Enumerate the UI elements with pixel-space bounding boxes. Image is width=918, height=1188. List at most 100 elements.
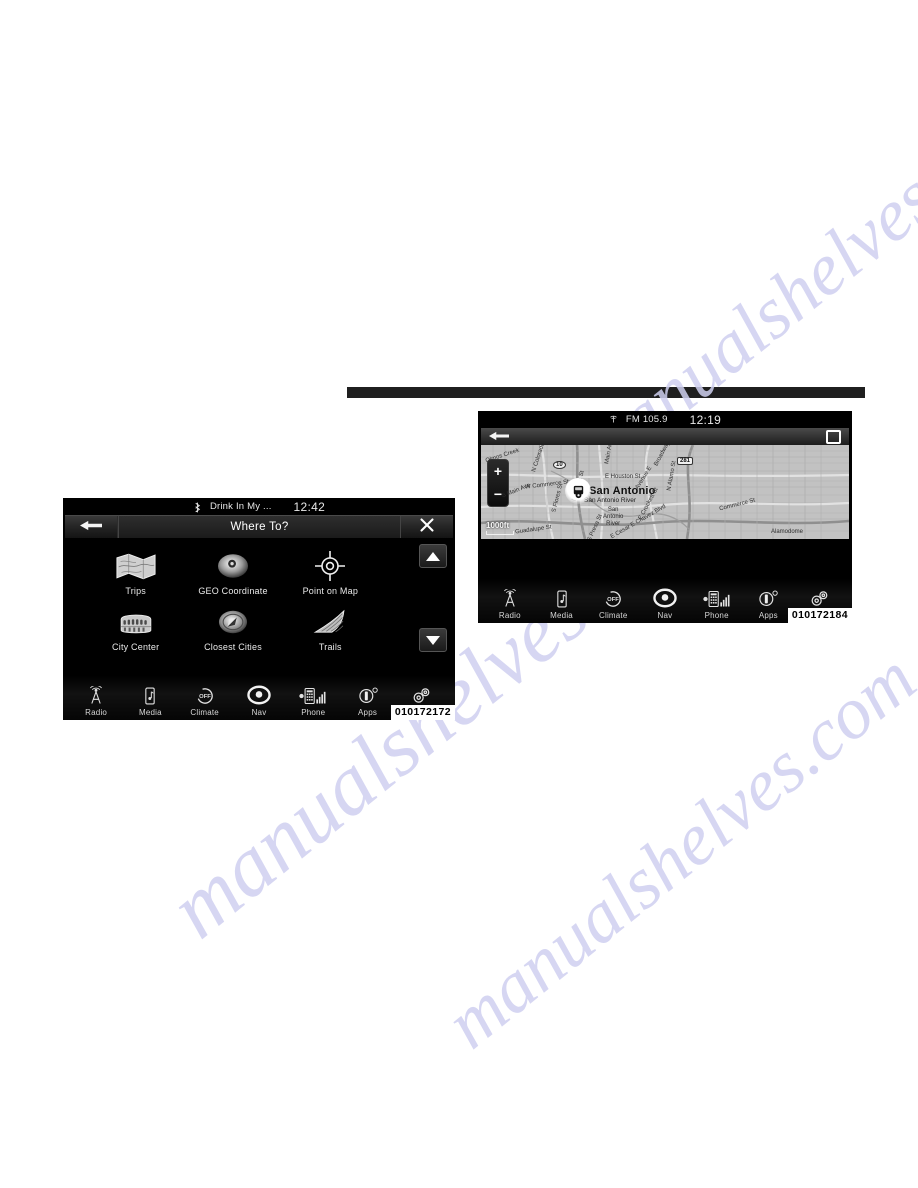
- dock-item-apps[interactable]: Apps: [745, 585, 792, 620]
- dock-item-phone[interactable]: Phone: [693, 585, 740, 620]
- apps-icon: [757, 585, 779, 609]
- map-city-label: San Antonio: [589, 485, 656, 497]
- title-bar: Where To?: [65, 515, 453, 538]
- page-root: manualshelves.com manualshelves.com manu…: [0, 0, 918, 1188]
- map-scale-indicator: 1000ft: [486, 521, 514, 535]
- status-source-label: FM 105.9: [625, 414, 668, 425]
- map-zoom-control[interactable]: + −: [487, 459, 509, 507]
- map-title-bar: [481, 428, 849, 445]
- dock-item-radio[interactable]: Radio: [486, 585, 533, 620]
- dock-label: Climate: [190, 708, 219, 717]
- tile-point-on-map[interactable]: Point on Map: [282, 542, 379, 598]
- road-label: E Houston St: [605, 474, 641, 480]
- phone-keypad-icon: [298, 682, 328, 706]
- tile-label: Trails: [318, 642, 342, 652]
- close-button[interactable]: [401, 516, 453, 538]
- radio-tower-icon: [500, 585, 520, 609]
- tile-trails[interactable]: Trails: [282, 598, 379, 654]
- dock-label: Nav: [251, 708, 267, 717]
- back-arrow-icon[interactable]: [489, 428, 509, 446]
- watermark-text: manualshelves.com: [430, 637, 918, 1065]
- globe-icon: [217, 549, 249, 583]
- compass-icon: [217, 605, 249, 639]
- dock-item-phone[interactable]: Phone: [289, 682, 338, 717]
- dock-item-nav[interactable]: Nav: [641, 585, 688, 620]
- back-arrow-icon: [80, 518, 102, 536]
- dock-item-radio[interactable]: Radio: [71, 682, 120, 717]
- uconnect-where-to-screen: Drink In My ... 12:42 Where To? Trips GE…: [63, 498, 455, 720]
- map-scale-bar: [486, 531, 514, 535]
- radio-tower-icon: [86, 682, 106, 706]
- close-x-icon: [420, 518, 434, 536]
- dock-label: Apps: [358, 708, 378, 717]
- climate-off-icon: OFF: [603, 585, 623, 609]
- media-device-icon: [552, 585, 572, 609]
- dock-item-media[interactable]: Media: [538, 585, 585, 620]
- road-label: Alamodome: [771, 529, 804, 535]
- dock-label: Media: [139, 708, 162, 717]
- bluetooth-audio-icon: [193, 502, 202, 513]
- scroll-up-button[interactable]: [419, 544, 447, 568]
- tile-label: Closest Cities: [204, 642, 262, 652]
- svg-text:OFF: OFF: [199, 694, 211, 700]
- status-clock: 12:42: [293, 499, 326, 514]
- dock-item-apps[interactable]: Apps: [343, 682, 392, 717]
- scroll-arrow-group: [419, 544, 447, 652]
- map-view-toggle-icon[interactable]: [826, 429, 841, 444]
- tile-label: GEO Coordinate: [198, 586, 268, 596]
- scroll-up-arrow-icon: [426, 551, 440, 561]
- zoom-in-button[interactable]: +: [494, 464, 502, 478]
- tile-geo-coordinate[interactable]: GEO Coordinate: [184, 542, 281, 598]
- tile-city-center[interactable]: City Center: [87, 598, 184, 654]
- tile-label: City Center: [112, 642, 160, 652]
- dock-label: Nav: [657, 611, 673, 620]
- status-clock: 12:19: [689, 412, 722, 427]
- dock-label: Climate: [598, 611, 628, 620]
- uconnect-map-screen: FM 105.9 12:19 + − 1000ft 281 10 San Ant…: [478, 411, 852, 623]
- colosseum-icon: [118, 605, 154, 639]
- dock-label: Media: [550, 611, 573, 620]
- page-title: Where To?: [118, 516, 401, 538]
- tile-label: Point on Map: [302, 586, 359, 596]
- settings-gears-icon: [411, 682, 433, 706]
- route-shield-281: 281: [677, 457, 694, 465]
- tile-trips[interactable]: Trips: [87, 542, 184, 598]
- nav-compass-icon: [247, 682, 271, 706]
- radio-antenna-icon: [609, 415, 618, 424]
- media-device-icon: [140, 682, 160, 706]
- dock-label: Phone: [704, 611, 729, 620]
- settings-gears-icon: [809, 585, 831, 609]
- apps-icon: [357, 682, 379, 706]
- crosshair-icon: [313, 549, 347, 583]
- dock-item-nav[interactable]: Nav: [234, 682, 283, 717]
- status-bar: FM 105.9 12:19: [478, 411, 852, 428]
- vehicle-position-marker: [565, 478, 591, 504]
- svg-text:OFF: OFF: [607, 597, 619, 603]
- status-source-label: Drink In My ...: [209, 501, 272, 512]
- trail-icon: [313, 605, 347, 639]
- section-divider-rule: [347, 387, 865, 398]
- dock-item-climate[interactable]: OFF Climate: [590, 585, 637, 620]
- scroll-down-button[interactable]: [419, 628, 447, 652]
- map-scale-label: 1000ft: [486, 521, 510, 530]
- dock-item-climate[interactable]: OFF Climate: [180, 682, 229, 717]
- dock-item-media[interactable]: Media: [126, 682, 175, 717]
- tile-closest-cities[interactable]: Closest Cities: [184, 598, 281, 654]
- dock-label: Radio: [498, 611, 521, 620]
- folded-map-icon: [116, 549, 156, 583]
- figure-number-badge: 010172184: [787, 608, 852, 623]
- back-button[interactable]: [65, 516, 118, 538]
- tile-label: Trips: [125, 586, 146, 596]
- phone-keypad-icon: [702, 585, 732, 609]
- scroll-down-arrow-icon: [426, 635, 440, 645]
- dock-label: Phone: [301, 708, 326, 717]
- figure-number-badge: 010172172: [390, 705, 455, 720]
- nav-compass-icon: [653, 585, 677, 609]
- climate-off-icon: OFF: [195, 682, 215, 706]
- status-bar: Drink In My ... 12:42: [63, 498, 455, 515]
- map-canvas[interactable]: + − 1000ft 281 10 San Antonio San Antoni…: [481, 445, 849, 539]
- dock-label: Radio: [85, 708, 108, 717]
- dock-label: Apps: [758, 611, 778, 620]
- map-river-label: San Antonio River: [584, 497, 637, 504]
- route-shield-10: 10: [553, 461, 566, 469]
